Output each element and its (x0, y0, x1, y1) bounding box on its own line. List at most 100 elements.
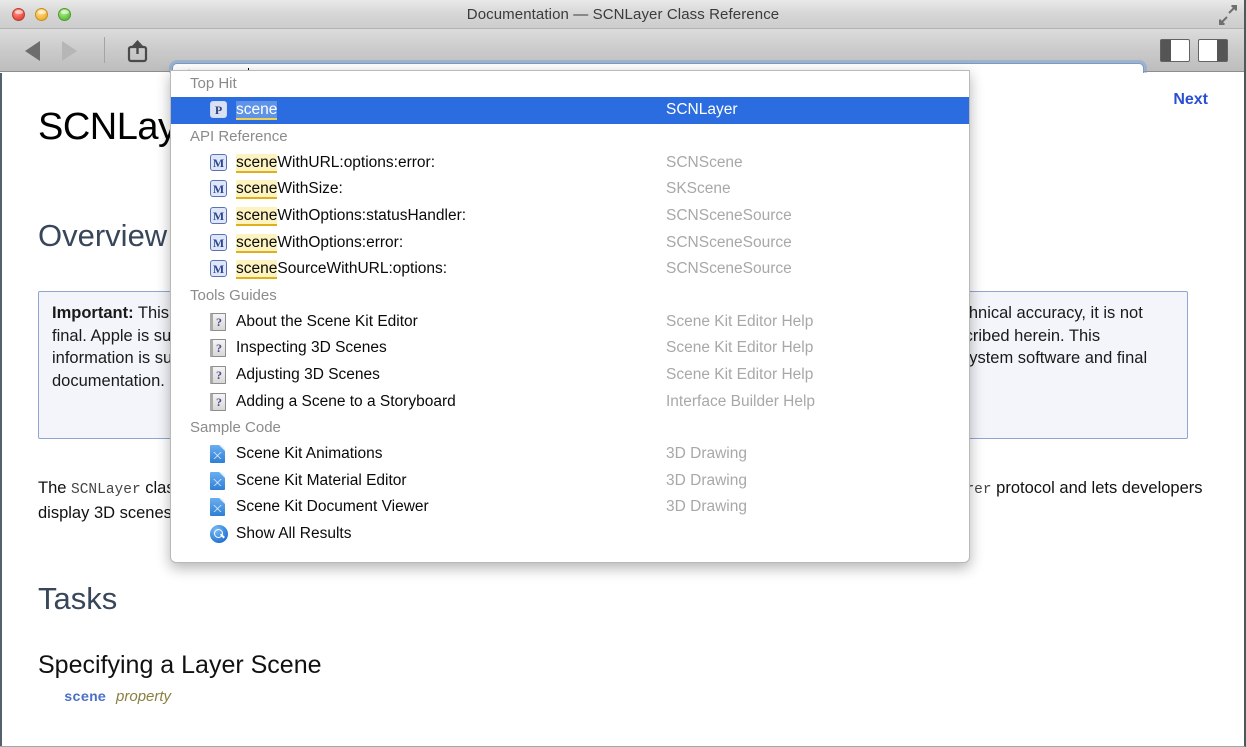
sidebar-left-toggle-icon[interactable] (1160, 39, 1190, 62)
search-result-source: 3D Drawing (666, 498, 747, 516)
search-section-header: Sample Code (190, 418, 281, 436)
window-title: Documentation — SCNLayer Class Reference (466, 6, 780, 23)
search-match-highlight: scene (236, 260, 278, 280)
search-result-source: SCNScene (666, 153, 743, 171)
search-results-dropdown[interactable]: Top Hit Pscene SCNLayer API Reference Mscene… (170, 70, 970, 563)
search-result-label: Adding a Scene to a Storyboard (236, 393, 456, 411)
search-result-row[interactable]: ? Adjusting 3D Scenes Scene Kit Editor Hel… (171, 362, 969, 389)
search-result-label: Scene Kit Material Editor (236, 472, 407, 490)
search-result-text: WithOptions:error: (277, 233, 404, 251)
search-result-source: 3D Drawing (666, 445, 747, 463)
task-item-name: scene (64, 690, 107, 706)
help-book-icon: ? (210, 312, 228, 331)
search-match-highlight: scene (236, 233, 278, 253)
search-result-label: Show All Results (236, 525, 351, 543)
task-list-item[interactable]: scene property (64, 688, 171, 706)
sample-code-doc-icon (210, 498, 228, 517)
sidebar-right-toggle-icon[interactable] (1198, 39, 1228, 62)
search-result-source: SCNLayer (666, 101, 738, 119)
search-result-text: Scene Kit Document Viewer (236, 498, 429, 516)
search-result-text: Adding a Scene to a Storyboard (236, 392, 456, 410)
search-result-source: SKScene (666, 180, 731, 198)
search-result-source: SCNSceneSource (666, 233, 792, 251)
search-match-highlight: scene (236, 180, 278, 200)
search-result-text: About the Scene Kit Editor (236, 312, 418, 330)
search-match-highlight: scene (236, 153, 278, 173)
important-label: Important: (52, 304, 134, 322)
help-book-icon: ? (210, 392, 228, 411)
search-result-label: sceneWithOptions:statusHandler: (236, 207, 467, 227)
window-titlebar: Documentation — SCNLayer Class Reference (0, 0, 1244, 29)
sample-code-doc-icon (210, 471, 228, 490)
method-badge-icon: M (210, 207, 228, 225)
search-result-text: WithSize: (277, 180, 343, 198)
search-result-text: WithURL:options:error: (277, 153, 436, 171)
search-section-header: API Reference (190, 127, 288, 145)
search-result-label: scene (236, 101, 278, 121)
back-button[interactable] (25, 41, 40, 61)
search-result-label: Inspecting 3D Scenes (236, 339, 387, 357)
method-badge-icon: M (210, 180, 228, 198)
fullscreen-arrows-icon[interactable] (1216, 4, 1240, 26)
search-result-text: Show All Results (236, 525, 352, 543)
sample-code-doc-icon (210, 445, 228, 464)
search-result-source: Scene Kit Editor Help (666, 312, 814, 330)
search-section-header: Tools Guides (190, 286, 277, 304)
share-icon[interactable] (126, 38, 152, 63)
search-result-source: 3D Drawing (666, 471, 747, 489)
browser-toolbar: scene (0, 29, 1244, 90)
search-result-row[interactable]: Scene Kit Animations 3D Drawing (171, 441, 969, 468)
search-result-row[interactable]: ? Adding a Scene to a Storyboard Interface… (171, 388, 969, 415)
help-book-icon: ? (210, 366, 228, 385)
search-result-row[interactable]: ? Inspecting 3D Scenes Scene Kit Editor He… (171, 335, 969, 362)
search-result-text: Adjusting 3D Scenes (236, 366, 380, 384)
search-result-label: Scene Kit Document Viewer (236, 498, 429, 516)
search-section-header: Top Hit (190, 75, 237, 92)
toolbar-separator (104, 37, 105, 63)
search-result-label: sceneSourceWithURL:options: (236, 260, 448, 280)
search-result-label: Adjusting 3D Scenes (236, 366, 380, 384)
search-result-text: Scene Kit Animations (236, 445, 383, 463)
overview-heading: Overview (38, 218, 168, 253)
documentation-window: Documentation — SCNLayer Class Reference (0, 0, 1246, 747)
search-result-row[interactable]: Pscene SCNLayer (171, 97, 969, 124)
search-result-text: Scene Kit Material Editor (236, 471, 407, 489)
search-match-highlight: scene (236, 207, 278, 227)
search-result-label: sceneWithURL:options:error: (236, 153, 436, 173)
search-result-label: sceneWithSize: (236, 180, 343, 200)
search-result-label: Scene Kit Animations (236, 445, 382, 463)
search-result-label: sceneWithOptions:error: (236, 233, 404, 253)
search-result-text: SourceWithURL:options: (277, 260, 448, 278)
search-result-row[interactable]: MsceneWithOptions:statusHandler: SCNScene… (171, 203, 969, 230)
search-match-highlight: scene (236, 101, 278, 121)
task-item-kind: property (116, 688, 172, 705)
search-result-row[interactable]: MsceneWithSize: SKScene (171, 176, 969, 203)
search-result-source: Scene Kit Editor Help (666, 366, 814, 384)
show-all-results-icon (210, 525, 228, 544)
search-result-row[interactable]: MsceneSourceWithURL:options: SCNSceneSour… (171, 256, 969, 283)
next-link[interactable]: Next (1173, 91, 1208, 109)
search-result-label: About the Scene Kit Editor (236, 313, 418, 331)
search-result-row[interactable]: MsceneWithURL:options:error: SCNScene (171, 150, 969, 177)
search-result-source: Scene Kit Editor Help (666, 339, 814, 357)
search-result-source: SCNSceneSource (666, 207, 792, 225)
code-scnlayer: SCNLayer (71, 482, 141, 498)
search-result-row[interactable]: Scene Kit Document Viewer 3D Drawing (171, 494, 969, 521)
search-result-row[interactable]: Show All Results (171, 521, 969, 548)
forward-button[interactable] (62, 41, 77, 61)
search-result-text: Inspecting 3D Scenes (236, 339, 387, 357)
property-badge-icon: P (210, 101, 228, 119)
search-result-row[interactable]: ? About the Scene Kit Editor Scene Kit Edi… (171, 309, 969, 336)
search-result-source: SCNSceneSource (666, 260, 792, 278)
search-result-row[interactable]: Scene Kit Material Editor 3D Drawing (171, 468, 969, 495)
method-badge-icon: M (210, 153, 228, 172)
help-book-icon: ? (210, 339, 228, 358)
search-result-row[interactable]: MsceneWithOptions:error: SCNSceneSource (171, 229, 969, 256)
task-subheading: Specifying a Layer Scene (38, 651, 322, 679)
tasks-heading: Tasks (38, 581, 118, 616)
method-badge-icon: M (210, 260, 228, 278)
paragraph-text-pre: The (38, 479, 72, 497)
search-result-source: Interface Builder Help (666, 392, 816, 410)
method-badge-icon: M (210, 233, 228, 252)
search-result-text: WithOptions:statusHandler: (277, 207, 467, 225)
